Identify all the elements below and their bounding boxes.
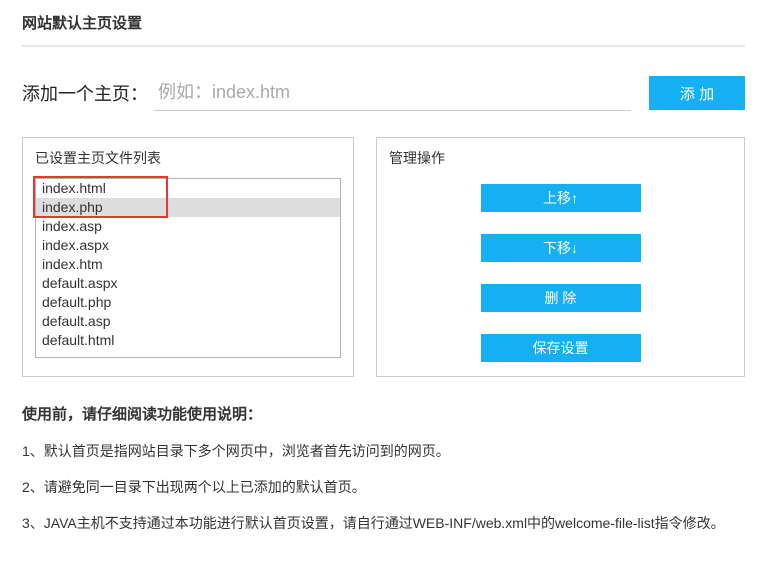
move-up-button[interactable]: 上移↑ xyxy=(481,184,641,212)
list-item[interactable]: index.aspx xyxy=(36,236,340,255)
save-button[interactable]: 保存设置 xyxy=(481,334,641,362)
list-item[interactable]: index.asp xyxy=(36,217,340,236)
file-list-panel: 已设置主页文件列表 index.htmlindex.phpindex.aspin… xyxy=(22,137,354,377)
list-item[interactable]: default.aspx xyxy=(36,274,340,293)
notes-list: 1、默认首页是指网站目录下多个网页中，浏览者首先访问到的网页。 2、请避免同一目录… xyxy=(22,440,745,534)
note-item: 1、默认首页是指网站目录下多个网页中，浏览者首先访问到的网页。 xyxy=(22,440,745,462)
actions-panel: 管理操作 上移↑ 下移↓ 删 除 保存设置 xyxy=(376,137,745,377)
note-item: 2、请避免同一目录下出现两个以上已添加的默认首页。 xyxy=(22,476,745,498)
list-item[interactable]: index.php xyxy=(36,198,340,217)
actions-title: 管理操作 xyxy=(389,148,732,168)
add-button[interactable]: 添 加 xyxy=(649,76,745,110)
list-item[interactable]: default.asp xyxy=(36,312,340,331)
add-homepage-row: 添加一个主页： 添 加 xyxy=(22,75,745,111)
move-down-button[interactable]: 下移↓ xyxy=(481,234,641,262)
divider xyxy=(22,45,745,47)
delete-button[interactable]: 删 除 xyxy=(481,284,641,312)
notes-title: 使用前，请仔细阅读功能使用说明： xyxy=(22,403,745,424)
file-listbox[interactable]: index.htmlindex.phpindex.aspindex.aspxin… xyxy=(35,178,341,358)
page-title: 网站默认主页设置 xyxy=(22,8,745,45)
file-list-title: 已设置主页文件列表 xyxy=(35,148,341,168)
note-item: 3、JAVA主机不支持通过本功能进行默认首页设置，请自行通过WEB-INF/we… xyxy=(22,512,745,534)
add-homepage-input[interactable] xyxy=(154,75,631,111)
add-label: 添加一个主页： xyxy=(22,80,148,106)
list-item[interactable]: default.html xyxy=(36,331,340,350)
list-item[interactable]: default.php xyxy=(36,293,340,312)
list-item[interactable]: index.html xyxy=(36,179,340,198)
list-item[interactable]: index.htm xyxy=(36,255,340,274)
